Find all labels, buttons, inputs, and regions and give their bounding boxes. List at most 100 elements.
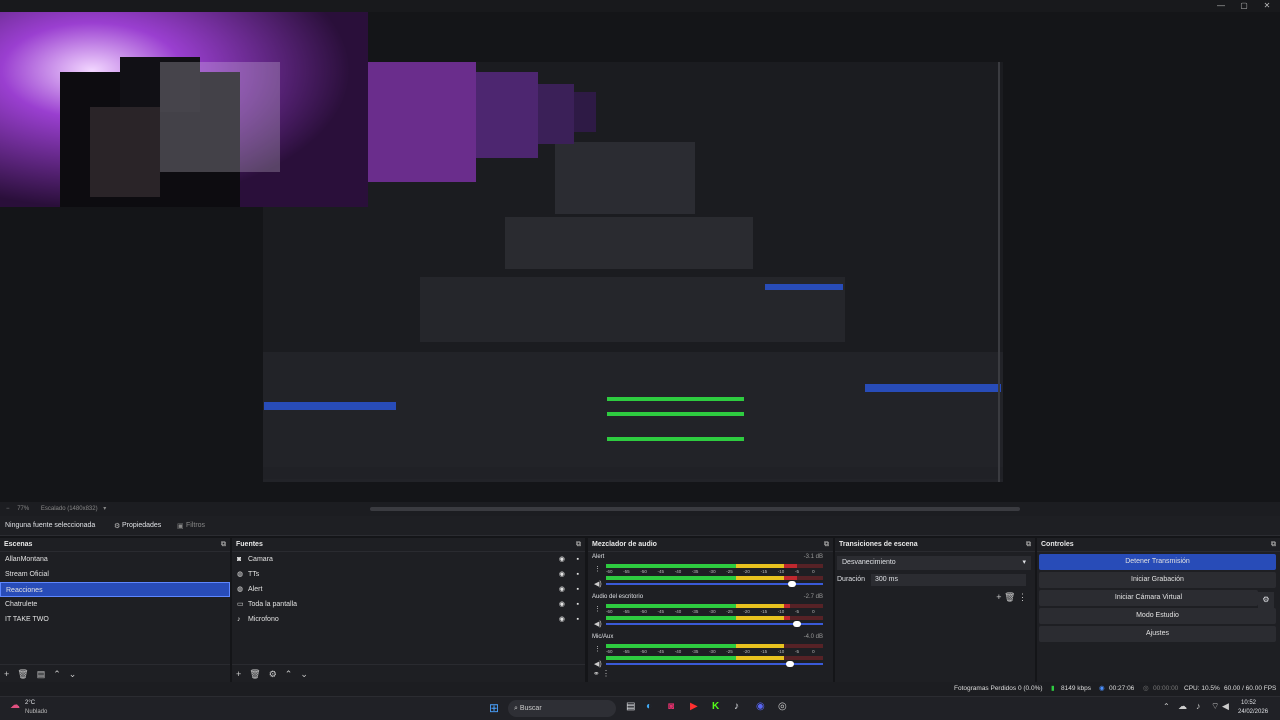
channel-name: Alert: [592, 554, 605, 560]
dock-popout-icon[interactable]: ⧉: [1271, 538, 1276, 552]
zoom-level[interactable]: 77%: [17, 506, 29, 512]
stream-preview-image: [0, 12, 1003, 482]
volume-slider[interactable]: [606, 621, 823, 627]
link-icon[interactable]: ⚭: [593, 669, 600, 678]
volume-icon[interactable]: ◀: [1222, 701, 1229, 712]
lock-icon[interactable]: ▪: [577, 612, 579, 627]
lock-icon[interactable]: ▪: [577, 552, 579, 567]
obs-icon[interactable]: ◎: [778, 701, 787, 712]
lock-icon[interactable]: ▪: [577, 567, 579, 582]
add-scene-icon[interactable]: +: [4, 669, 9, 679]
scene-item[interactable]: Stream Oficial: [0, 567, 230, 582]
weather-desc[interactable]: Nublado: [25, 709, 47, 715]
youtube-icon[interactable]: ▶: [690, 701, 698, 712]
tick-label: -35: [691, 649, 699, 654]
windows-start-icon[interactable]: ⊞: [489, 701, 499, 715]
source-item[interactable]: ◙ Camara ◉ ▪: [232, 552, 585, 567]
eye-icon[interactable]: ◉: [559, 612, 565, 627]
tray-chevron-icon[interactable]: ⌃: [1163, 702, 1170, 711]
trash-icon[interactable]: 🗑: [249, 669, 260, 679]
source-item[interactable]: ◍ Alert ◉ ▪: [232, 582, 585, 597]
scaling-label[interactable]: Escalado (1480x832): [41, 506, 98, 512]
studio-mode-button[interactable]: Modo Estudio: [1039, 608, 1276, 624]
clock-date[interactable]: 24/02/2026: [1238, 709, 1268, 715]
level-meter: [606, 656, 823, 660]
scene-item-selected[interactable]: Reacciones: [0, 582, 230, 597]
more-icon[interactable]: ⋮: [602, 669, 610, 678]
volume-slider[interactable]: [606, 581, 823, 587]
duration-input[interactable]: 300 ms: [871, 574, 1026, 586]
source-item[interactable]: ▭ Toda la pantalla ◉ ▪: [232, 597, 585, 612]
fps: 60.00 / 60.00 FPS: [1224, 685, 1277, 692]
stop-streaming-button[interactable]: Detener Transmisión: [1039, 554, 1276, 570]
instagram-icon[interactable]: ◙: [668, 701, 674, 712]
kick-icon[interactable]: K: [712, 701, 719, 712]
move-up-icon[interactable]: ⌃: [285, 669, 293, 679]
lock-icon[interactable]: ▪: [577, 582, 579, 597]
settings-button[interactable]: Ajustes: [1039, 626, 1276, 642]
source-item[interactable]: ◍ TTs ◉ ▪: [232, 567, 585, 582]
zoom-minus-icon[interactable]: −: [6, 506, 10, 512]
maximize-button[interactable]: ▢: [1233, 0, 1255, 12]
transition-select[interactable]: Desvanecimiento ▾: [837, 556, 1031, 570]
scene-item[interactable]: AllanMontana: [0, 552, 230, 567]
wifi-icon[interactable]: ⌔: [1211, 701, 1219, 712]
weather-icon[interactable]: ☁: [10, 700, 20, 711]
dock-popout-icon[interactable]: ⧉: [1026, 538, 1031, 552]
filter-icon[interactable]: ▣: [177, 522, 184, 530]
trash-icon[interactable]: 🗑: [17, 669, 28, 679]
cloud-icon[interactable]: ☁: [1178, 701, 1187, 712]
eye-icon[interactable]: ◉: [559, 567, 565, 582]
source-item[interactable]: ♪ Microfono ◉ ▪: [232, 612, 585, 627]
taskbar-search[interactable]: ⌕ Buscar: [508, 700, 616, 717]
preview-scrollbar[interactable]: [370, 507, 1020, 511]
move-up-icon[interactable]: ⌃: [53, 669, 61, 679]
tiktok-icon[interactable]: ♪: [734, 701, 739, 712]
volume-slider-handle[interactable]: [786, 661, 795, 667]
camera-icon: ◙: [237, 556, 242, 563]
dock-popout-icon[interactable]: ⧉: [221, 538, 226, 552]
eye-icon[interactable]: ◉: [559, 597, 565, 612]
preview-canvas[interactable]: [0, 12, 1280, 502]
mic-tray-icon[interactable]: ♪: [1196, 701, 1201, 711]
gear-icon[interactable]: ⚙: [1258, 592, 1274, 608]
trash-icon[interactable]: 🗑: [1004, 592, 1015, 602]
minimize-button[interactable]: —: [1210, 0, 1232, 12]
volume-slider[interactable]: [606, 661, 823, 667]
weather-temp[interactable]: 2°C: [25, 700, 35, 706]
file-explorer-icon[interactable]: ▤: [626, 701, 635, 712]
clock-time[interactable]: 10:52: [1241, 700, 1256, 706]
edge-icon[interactable]: ◐: [646, 701, 652, 712]
filters-button[interactable]: Filtros: [186, 522, 205, 529]
add-source-icon[interactable]: +: [236, 669, 241, 679]
add-icon[interactable]: +: [996, 592, 1001, 602]
lock-icon[interactable]: ▪: [577, 597, 579, 612]
filter-icon[interactable]: ▤: [37, 669, 46, 679]
scene-item[interactable]: IT TAKE TWO: [0, 612, 230, 627]
scene-item[interactable]: Chatrulete: [0, 597, 230, 612]
more-icon[interactable]: ⋮: [594, 605, 601, 613]
properties-button[interactable]: Propiedades: [122, 522, 161, 529]
speaker-icon[interactable]: ◀): [594, 620, 602, 628]
speaker-icon[interactable]: ◀): [594, 660, 602, 668]
dock-popout-icon[interactable]: ⧉: [576, 538, 581, 552]
move-down-icon[interactable]: ⌄: [69, 669, 77, 679]
volume-slider-handle[interactable]: [788, 581, 797, 587]
more-icon[interactable]: ⋮: [1018, 592, 1027, 602]
speaker-icon[interactable]: ◀): [594, 580, 602, 588]
start-recording-button[interactable]: Iniciar Grabación: [1039, 572, 1276, 588]
close-button[interactable]: ✕: [1256, 0, 1278, 12]
eye-icon[interactable]: ◉: [559, 582, 565, 597]
eye-icon[interactable]: ◉: [559, 552, 565, 567]
volume-slider-handle[interactable]: [792, 621, 801, 627]
move-down-icon[interactable]: ⌄: [300, 669, 308, 679]
discord-icon[interactable]: ◉: [756, 701, 765, 712]
chevron-down-icon[interactable]: ▾: [103, 506, 106, 512]
dock-popout-icon[interactable]: ⧉: [824, 538, 829, 552]
more-icon[interactable]: ⋮: [594, 645, 601, 653]
more-icon[interactable]: ⋮: [594, 565, 601, 573]
gear-icon[interactable]: ⚙: [114, 522, 120, 530]
start-virtual-camera-button[interactable]: Iniciar Cámara Virtual: [1039, 590, 1258, 606]
gear-icon[interactable]: ⚙: [269, 669, 277, 679]
scenes-dock: Escenas ⧉ AllanMontana Stream Oficial Rea…: [0, 538, 230, 682]
